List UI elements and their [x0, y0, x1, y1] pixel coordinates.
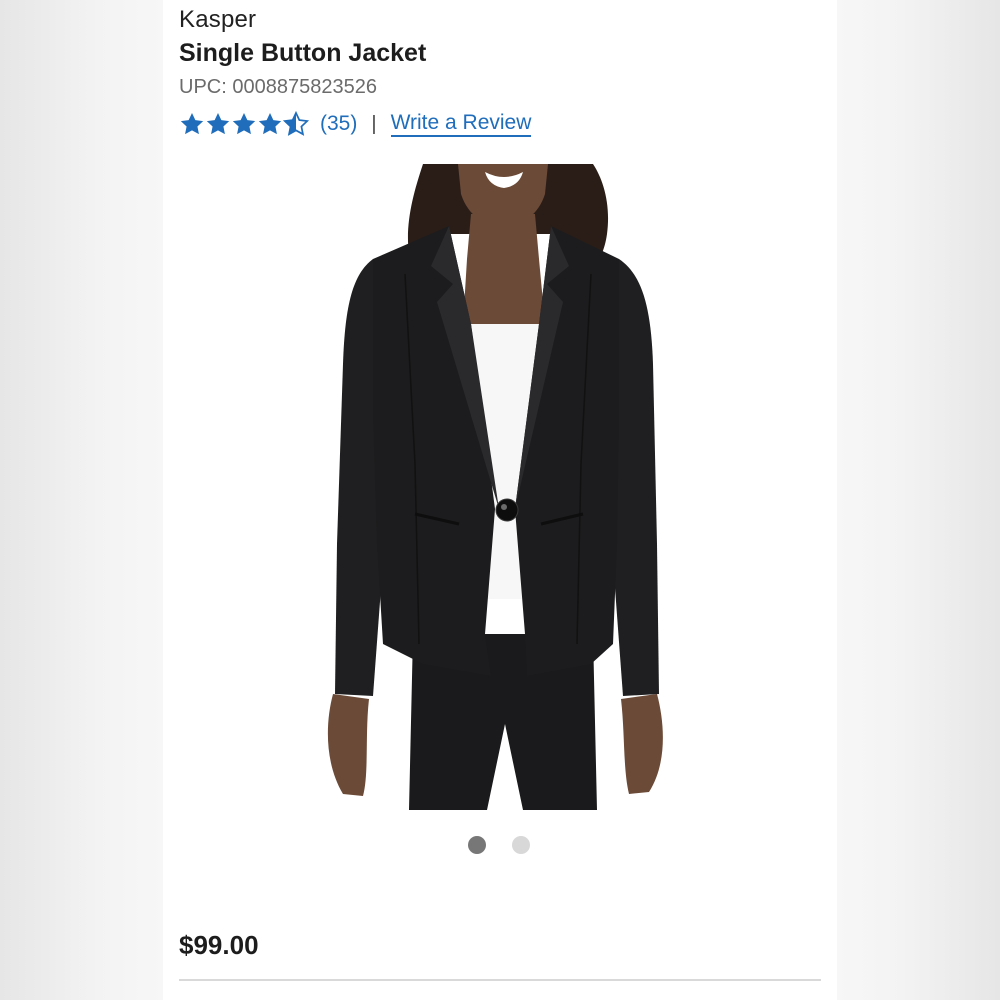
star-full-icon [206, 112, 230, 135]
divider [179, 979, 821, 981]
star-full-icon [232, 112, 256, 135]
write-review-link[interactable]: Write a Review [390, 112, 532, 137]
star-rating[interactable] [179, 111, 309, 137]
gallery-dot-2[interactable] [512, 836, 530, 854]
star-full-icon [258, 112, 282, 135]
product-title: Single Button Jacket [179, 39, 427, 67]
gallery-dot-1[interactable] [468, 836, 486, 854]
background-right [837, 0, 1000, 1000]
star-half-icon [283, 111, 309, 136]
product-image[interactable] [273, 164, 717, 810]
rating-separator: | [371, 112, 377, 135]
background-left [0, 0, 163, 1000]
product-upc: UPC: 0008875823526 [179, 76, 377, 98]
product-card: Kasper Single Button Jacket UPC: 0008875… [163, 0, 837, 1000]
rating-row: (35) | Write a Review [179, 109, 532, 139]
star-full-icon [180, 112, 204, 135]
product-price: $99.00 [179, 930, 259, 960]
product-brand[interactable]: Kasper [179, 6, 256, 34]
review-count[interactable]: (35) [320, 112, 357, 136]
gallery-pagination [468, 836, 556, 854]
